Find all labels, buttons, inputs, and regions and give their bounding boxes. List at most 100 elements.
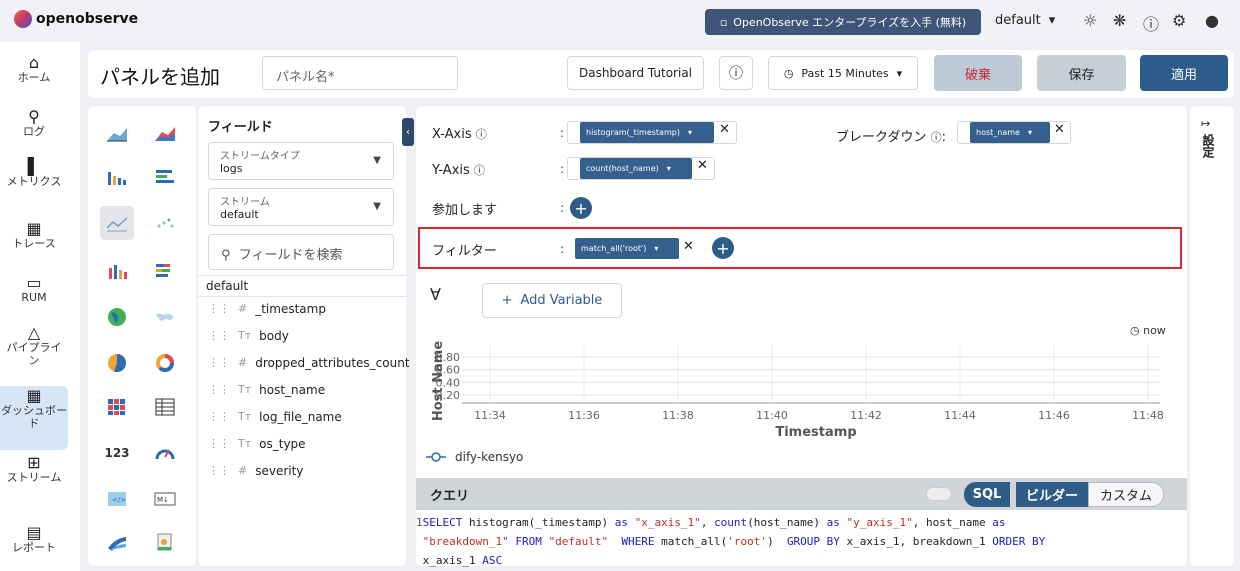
add-filter-button[interactable]: +	[712, 237, 734, 259]
custom-chart-icon[interactable]	[148, 526, 182, 560]
app-logo[interactable]: openobserve	[14, 10, 138, 28]
chevron-left-icon: ‹	[406, 126, 410, 138]
caret-down-icon: ▾	[687, 128, 692, 137]
pie-chart-icon[interactable]	[100, 346, 134, 380]
info-button[interactable]: ⓘ	[719, 56, 753, 90]
search-icon: ⚲	[28, 107, 40, 126]
h-stacked-bar-icon[interactable]	[148, 254, 182, 288]
help-icon[interactable]: ⓘ	[1143, 11, 1159, 35]
plus-icon: +	[501, 293, 513, 308]
nav-dashboards[interactable]: ▦ ダッシュボード	[0, 386, 68, 450]
stream-type-select[interactable]: ストリームタイプ logs ▼	[208, 142, 394, 180]
enterprise-button[interactable]: ▫ OpenObserve エンタープライズを入手 (無料)	[705, 9, 981, 35]
query-editor[interactable]: 1SELECT histogram(_timestamp) as "x_axis…	[416, 513, 1187, 570]
close-icon[interactable]: ✕	[683, 239, 694, 254]
discard-button[interactable]: 破棄	[934, 55, 1022, 91]
drag-handle-icon[interactable]: ⋮⋮	[208, 356, 230, 370]
stacked-bar-icon[interactable]	[100, 254, 134, 288]
filter-add-icon[interactable]: ∀	[430, 285, 441, 304]
collapse-fields-button[interactable]: ‹	[402, 118, 414, 146]
fx-toggle[interactable]	[926, 487, 952, 501]
settings-label[interactable]: 設定	[1200, 134, 1217, 158]
bar-chart-icon: ▌	[27, 157, 41, 176]
stream-select[interactable]: ストリーム default ▼	[208, 188, 394, 226]
colon: :	[560, 162, 565, 176]
drag-handle-icon[interactable]: ⋮⋮	[208, 437, 230, 451]
legend-label[interactable]: dify-kensyo	[455, 450, 523, 464]
dashboard-tutorial-button[interactable]: Dashboard Tutorial	[567, 56, 704, 90]
field-item[interactable]: ⋮⋮ # severity	[208, 464, 303, 478]
user-icon[interactable]: ●	[1205, 11, 1219, 30]
drag-handle-icon[interactable]: ⋮⋮	[208, 302, 230, 316]
x-axis-label: X-Axis ⓘ	[432, 127, 487, 142]
close-icon[interactable]: ✕	[697, 158, 708, 173]
line-chart-icon[interactable]	[100, 206, 134, 240]
drag-handle-icon[interactable]: ⋮⋮	[208, 410, 230, 424]
caret-down-icon: ▾	[1027, 128, 1032, 137]
drag-handle-icon[interactable]: ⋮⋮	[208, 329, 230, 343]
sankey-icon[interactable]	[100, 526, 134, 560]
field-item[interactable]: ⋮⋮ Tт os_type	[208, 437, 306, 451]
nav-rum[interactable]: ▭ RUM	[0, 275, 68, 305]
caret-down-icon: ▼	[373, 201, 381, 212]
horizontal-bar-icon[interactable]	[148, 160, 182, 194]
builder-button[interactable]: ビルダー	[1016, 482, 1088, 507]
breakdown-chip[interactable]: host_name ▾	[970, 122, 1050, 143]
gauge-icon[interactable]	[148, 436, 182, 470]
slack-icon[interactable]: ❋	[1113, 11, 1126, 30]
nav-metrics[interactable]: ▌ メトリクス	[0, 157, 68, 189]
close-icon[interactable]: ✕	[719, 122, 730, 137]
filter-highlight	[418, 227, 1182, 269]
world-map-icon[interactable]	[148, 300, 182, 334]
donut-chart-icon[interactable]	[148, 346, 182, 380]
add-join-button[interactable]: +	[570, 197, 592, 219]
time-range-picker[interactable]: ◷ Past 15 Minutes ▾	[768, 56, 918, 90]
panel-name-input[interactable]: パネル名*	[262, 56, 458, 90]
save-button[interactable]: 保存	[1037, 55, 1126, 91]
field-item[interactable]: ⋮⋮ Tт host_name	[208, 383, 325, 397]
field-item[interactable]: ⋮⋮ # _timestamp	[208, 302, 326, 316]
breakdown-label: ブレークダウン ⓘ:	[836, 130, 947, 145]
area-chart-icon[interactable]	[100, 116, 134, 150]
colon: :	[560, 242, 565, 256]
metric-number-icon[interactable]: 123	[100, 436, 134, 470]
sun-icon[interactable]: ☼	[1083, 11, 1097, 30]
info-icon: ⓘ	[473, 164, 485, 177]
dashboard-icon: ▦	[26, 386, 42, 405]
nav-streams[interactable]: ⊞ ストリーム	[4, 455, 64, 485]
heatmap-icon[interactable]	[100, 390, 134, 424]
nav-home[interactable]: ⌂ ホーム	[0, 55, 68, 85]
caret-down-icon: ▾	[1048, 13, 1056, 28]
nav-pipelines[interactable]: △ パイプライン	[4, 325, 64, 368]
markdown-icon[interactable]: M↓	[148, 482, 182, 516]
y-axis-chip[interactable]: count(host_name) ▾	[580, 158, 692, 179]
legend-marker	[431, 452, 441, 462]
close-icon[interactable]: ✕	[1054, 122, 1065, 137]
nav-reports[interactable]: ▤ レポート	[0, 525, 68, 555]
table-icon[interactable]	[148, 390, 182, 424]
area-stacked-icon[interactable]	[148, 116, 182, 150]
filter-chip[interactable]: match_all('root') ▾	[575, 238, 679, 259]
drag-handle-icon[interactable]: ⋮⋮	[208, 464, 230, 478]
x-axis-chip[interactable]: histogram(_timestamp) ▾	[580, 122, 714, 143]
apply-button[interactable]: 適用	[1140, 55, 1228, 91]
settings-panel	[1190, 106, 1234, 566]
expand-icon[interactable]: ↦	[1201, 117, 1210, 130]
custom-button[interactable]: カスタム	[1088, 482, 1164, 507]
field-search-input[interactable]: ⚲ フィールドを検索	[208, 234, 394, 270]
html-icon[interactable]: </>	[100, 482, 134, 516]
field-item[interactable]: ⋮⋮ Tт body	[208, 329, 289, 343]
field-item[interactable]: ⋮⋮ # dropped_attributes_count	[208, 356, 410, 370]
field-item[interactable]: ⋮⋮ Tт log_file_name	[208, 410, 342, 424]
search-icon: ⚲	[221, 248, 231, 263]
drag-handle-icon[interactable]: ⋮⋮	[208, 383, 230, 397]
org-selector[interactable]: default ▾	[995, 13, 1055, 28]
gear-icon[interactable]: ⚙	[1172, 11, 1186, 30]
nav-traces[interactable]: ▦ トレース	[0, 221, 68, 251]
bar-chart-icon[interactable]	[100, 160, 134, 194]
sql-button[interactable]: SQL	[964, 482, 1010, 507]
scatter-chart-icon[interactable]	[148, 206, 182, 240]
nav-logs[interactable]: ⚲ ログ	[0, 107, 68, 139]
geomap-icon[interactable]	[100, 300, 134, 334]
add-variable-button[interactable]: + Add Variable	[482, 283, 622, 318]
